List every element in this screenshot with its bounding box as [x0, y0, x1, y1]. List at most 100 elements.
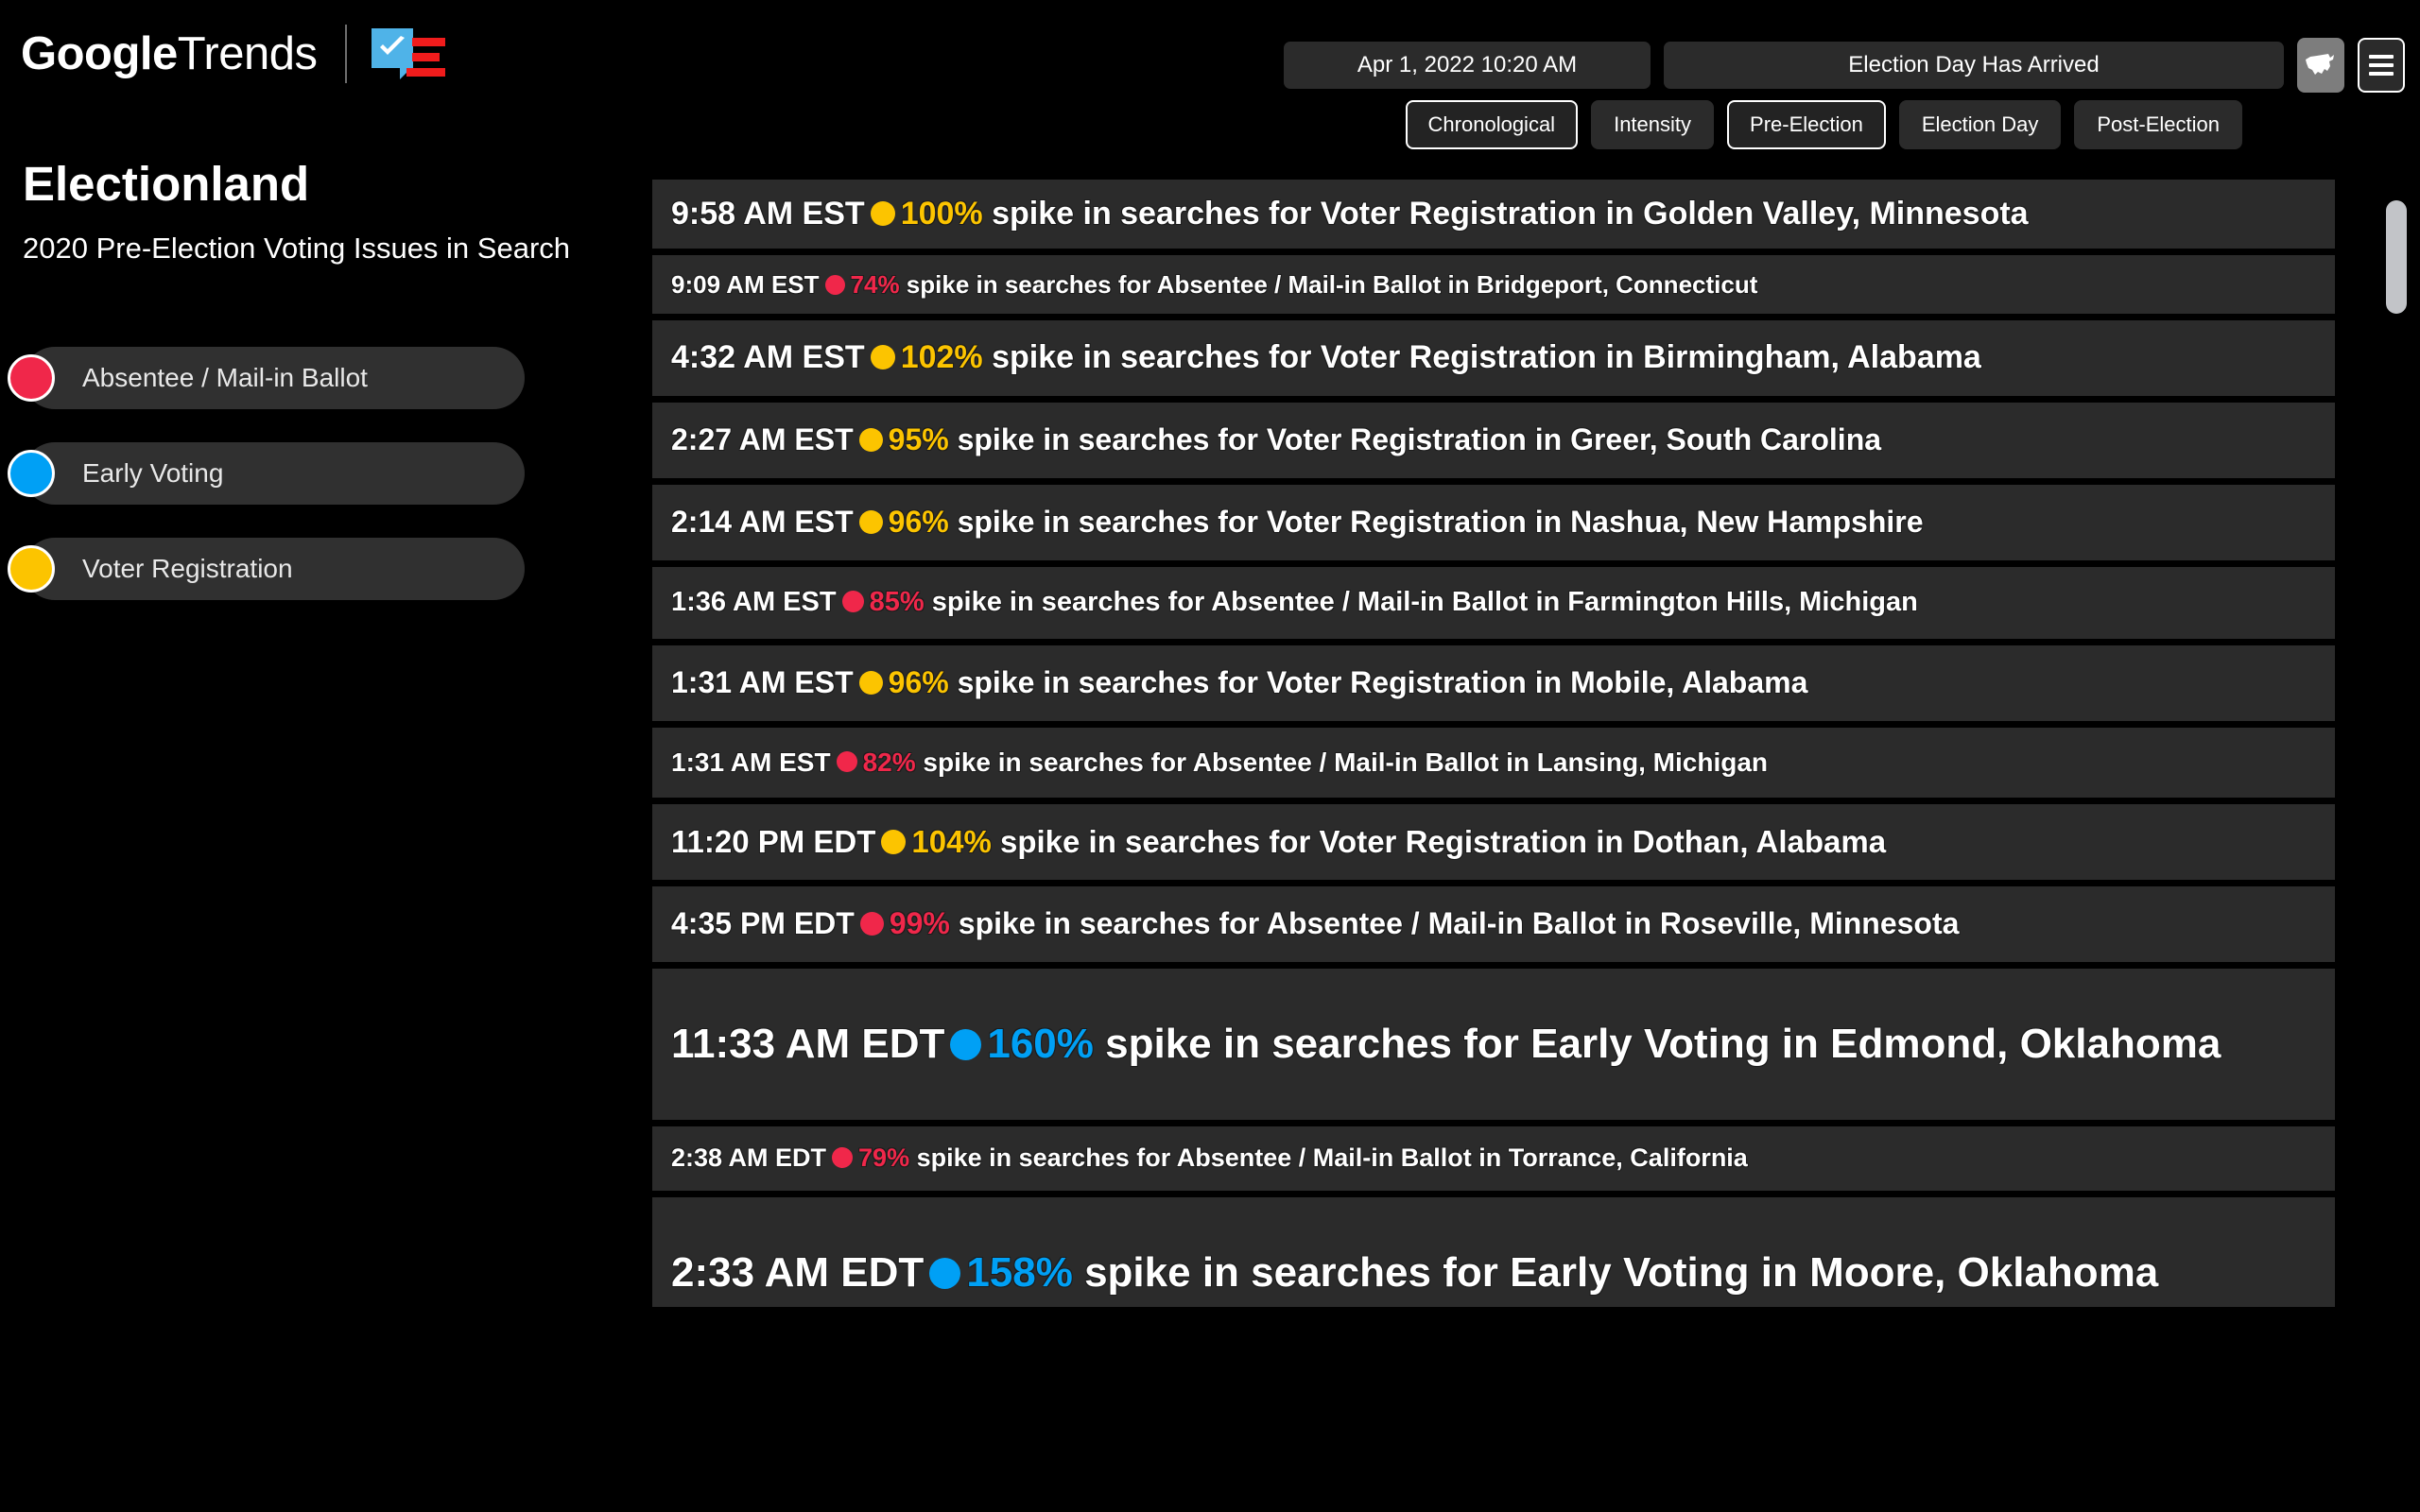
feed-row-location: Lansing, Michigan [1536, 747, 1769, 777]
legend-item-voter-registration[interactable]: Voter Registration [24, 538, 525, 601]
feed-row-mid-text: spike in searches for [1093, 1021, 1531, 1068]
feed-row-text: 4:35 PM EDT 99% spike in searches for Abs… [671, 906, 1959, 941]
feed-row-time: 11:20 PM EDT [671, 823, 876, 859]
feed-row-in-text: in [1441, 269, 1477, 299]
brand-divider [345, 25, 348, 83]
feed-row-location: Greer, South Carolina [1570, 422, 1882, 457]
feed-row-color-dot-icon [858, 510, 883, 535]
feed-row-percent: 96% [888, 505, 949, 540]
feed-row-percent: 100% [900, 195, 983, 232]
tab-intensity[interactable]: Intensity [1591, 100, 1715, 149]
feed-row[interactable]: 9:58 AM EST 100% spike in searches for Vo… [652, 180, 2335, 249]
feed-row[interactable]: 4:32 AM EST 102% spike in searches for Vo… [652, 320, 2335, 396]
spike-feed-list[interactable]: 9:58 AM EST 100% spike in searches for Vo… [652, 180, 2335, 1307]
logo-trends-text: Trends [177, 27, 318, 79]
feed-row-in-text: in [1587, 823, 1633, 859]
feed-row-location: Mobile, Alabama [1570, 665, 1808, 700]
feed-row-location: Moore, Oklahoma [1809, 1249, 2159, 1297]
feed-row-topic: Voter Registration [1319, 823, 1588, 859]
feed-row-text: 1:31 AM EST 82% spike in searches for Abs… [671, 747, 1768, 778]
feed-row-topic: Absentee / Mail-in Ballot [1176, 1143, 1472, 1173]
feed-row-text: 2:38 AM EDT 79% spike in searches for Abs… [671, 1143, 1748, 1173]
feed-row-percent: 99% [889, 906, 950, 941]
feed-row-time: 1:36 AM EST [671, 587, 837, 618]
vertical-scrollbar-thumb[interactable] [2386, 200, 2407, 314]
legend-item-label: Absentee / Mail-in Ballot [82, 363, 368, 393]
feed-row-topic: Voter Registration [1320, 195, 1598, 232]
feed-row-text: 2:14 AM EST 96% spike in searches for Vot… [671, 505, 1924, 540]
feed-row-color-dot-icon [859, 912, 884, 936]
feed-row[interactable]: 2:38 AM EDT 79% spike in searches for Abs… [652, 1126, 2335, 1191]
feed-row-percent: 160% [987, 1021, 1094, 1068]
feed-row-time: 2:14 AM EST [671, 505, 854, 540]
feed-row-mid-text: spike in searches for [909, 1143, 1177, 1173]
feed-row-location: Roseville, Minnesota [1659, 906, 1960, 941]
feed-row-in-text: in [1526, 422, 1571, 457]
feed-row-location: Torrance, California [1508, 1143, 1748, 1173]
feed-row-time: 4:32 AM EST [671, 339, 865, 376]
feed-row[interactable]: 9:09 AM EST 74% spike in searches for Abs… [652, 255, 2335, 314]
tab-post-election[interactable]: Post-Election [2074, 100, 2242, 149]
hamburger-glyph [2369, 50, 2394, 80]
feed-row-percent: 82% [862, 747, 916, 777]
feed-row-topic: Absentee / Mail-in Ballot [1266, 906, 1616, 941]
feed-row-topic: Early Voting [1510, 1249, 1750, 1297]
sidebar: Electionland 2020 Pre-Election Voting Is… [0, 142, 652, 1512]
feed-row-color-dot-icon [858, 671, 883, 696]
feed-row-color-dot-icon [950, 1029, 982, 1061]
feed-row[interactable]: 2:27 AM EST 95% spike in searches for Vot… [652, 403, 2335, 478]
feed-row[interactable]: 1:36 AM EST 85% spike in searches for Abs… [652, 567, 2335, 639]
feed-row-mid-text: spike in searches for [948, 422, 1267, 457]
feed-row-location: Birmingham, Alabama [1643, 339, 1981, 376]
feed-row[interactable]: 11:20 PM EDT 104% spike in searches for V… [652, 804, 2335, 880]
feed-row-percent: 104% [911, 823, 992, 859]
feed-row-in-text: in [1749, 1249, 1810, 1297]
feed-row-location: Dothan, Alabama [1632, 823, 1887, 859]
feed-row-color-dot-icon [858, 428, 883, 453]
feed-row-in-text: in [1597, 195, 1644, 232]
feed-row-color-dot-icon [929, 1258, 961, 1290]
feed-row-percent: 95% [888, 422, 949, 457]
status-button[interactable]: Election Day Has Arrived [1664, 42, 2284, 89]
feed-row-location: Golden Valley, Minnesota [1643, 195, 2029, 232]
tab-pre-election[interactable]: Pre-Election [1727, 100, 1886, 149]
feed-row-percent: 102% [900, 339, 983, 376]
legend-item-early-voting[interactable]: Early Voting [24, 442, 525, 506]
feed-row[interactable]: 2:33 AM EDT 158% spike in searches for Ea… [652, 1197, 2335, 1307]
feed-row-color-dot-icon [870, 200, 895, 226]
tab-election-day[interactable]: Election Day [1898, 100, 2062, 149]
feed-row[interactable]: 1:31 AM EST 96% spike in searches for Vot… [652, 645, 2335, 721]
hamburger-menu-icon[interactable] [2358, 38, 2405, 93]
feed-row-time: 2:38 AM EDT [671, 1143, 827, 1173]
feed-row-time: 9:58 AM EST [671, 195, 865, 232]
feed-row-topic: Absentee / Mail-in Ballot [1211, 587, 1529, 618]
feed-row-color-dot-icon [881, 830, 907, 855]
page-subtitle: 2020 Pre-Election Voting Issues in Searc… [23, 231, 571, 265]
feed-row-mid-text: spike in searches for [948, 665, 1267, 700]
feed-row-color-dot-icon [841, 591, 864, 613]
feed-row-mid-text: spike in searches for [982, 195, 1321, 232]
tab-chronological[interactable]: Chronological [1405, 100, 1579, 149]
feed-row[interactable]: 11:33 AM EDT 160% spike in searches for E… [652, 969, 2335, 1120]
legend-row: Voter Registration [0, 530, 652, 626]
google-trends-logo[interactable]: GoogleTrends [21, 27, 318, 79]
electionland-logo-icon [372, 25, 446, 83]
date-time-button[interactable]: Apr 1, 2022 10:20 AM [1284, 42, 1651, 89]
feed-scrollbar-track[interactable] [2386, 180, 2407, 1307]
feed-row-in-text: in [1471, 1143, 1509, 1173]
feed-row-time: 2:27 AM EST [671, 422, 854, 457]
feed-row-time: 4:35 PM EDT [671, 906, 855, 941]
feed-row-time: 11:33 AM EDT [671, 1021, 945, 1068]
legend-item-absentee-mail-in-ballot[interactable]: Absentee / Mail-in Ballot [24, 347, 525, 410]
legend-item-label: Voter Registration [82, 554, 293, 584]
feed-row[interactable]: 1:31 AM EST 82% spike in searches for Abs… [652, 728, 2335, 798]
feed-row-topic: Voter Registration [1266, 505, 1527, 540]
feed-row[interactable]: 4:35 PM EDT 99% spike in searches for Abs… [652, 886, 2335, 962]
us-map-icon[interactable] [2297, 38, 2344, 93]
feed-row-percent: 74% [850, 269, 900, 299]
feed-row[interactable]: 2:14 AM EST 96% spike in searches for Vot… [652, 485, 2335, 560]
checkmark-icon [380, 36, 406, 55]
header-top-row: Apr 1, 2022 10:20 AM Election Day Has Ar… [1284, 38, 2405, 93]
feed-row-topic: Voter Registration [1266, 422, 1527, 457]
legend-item-label: Early Voting [82, 458, 224, 489]
